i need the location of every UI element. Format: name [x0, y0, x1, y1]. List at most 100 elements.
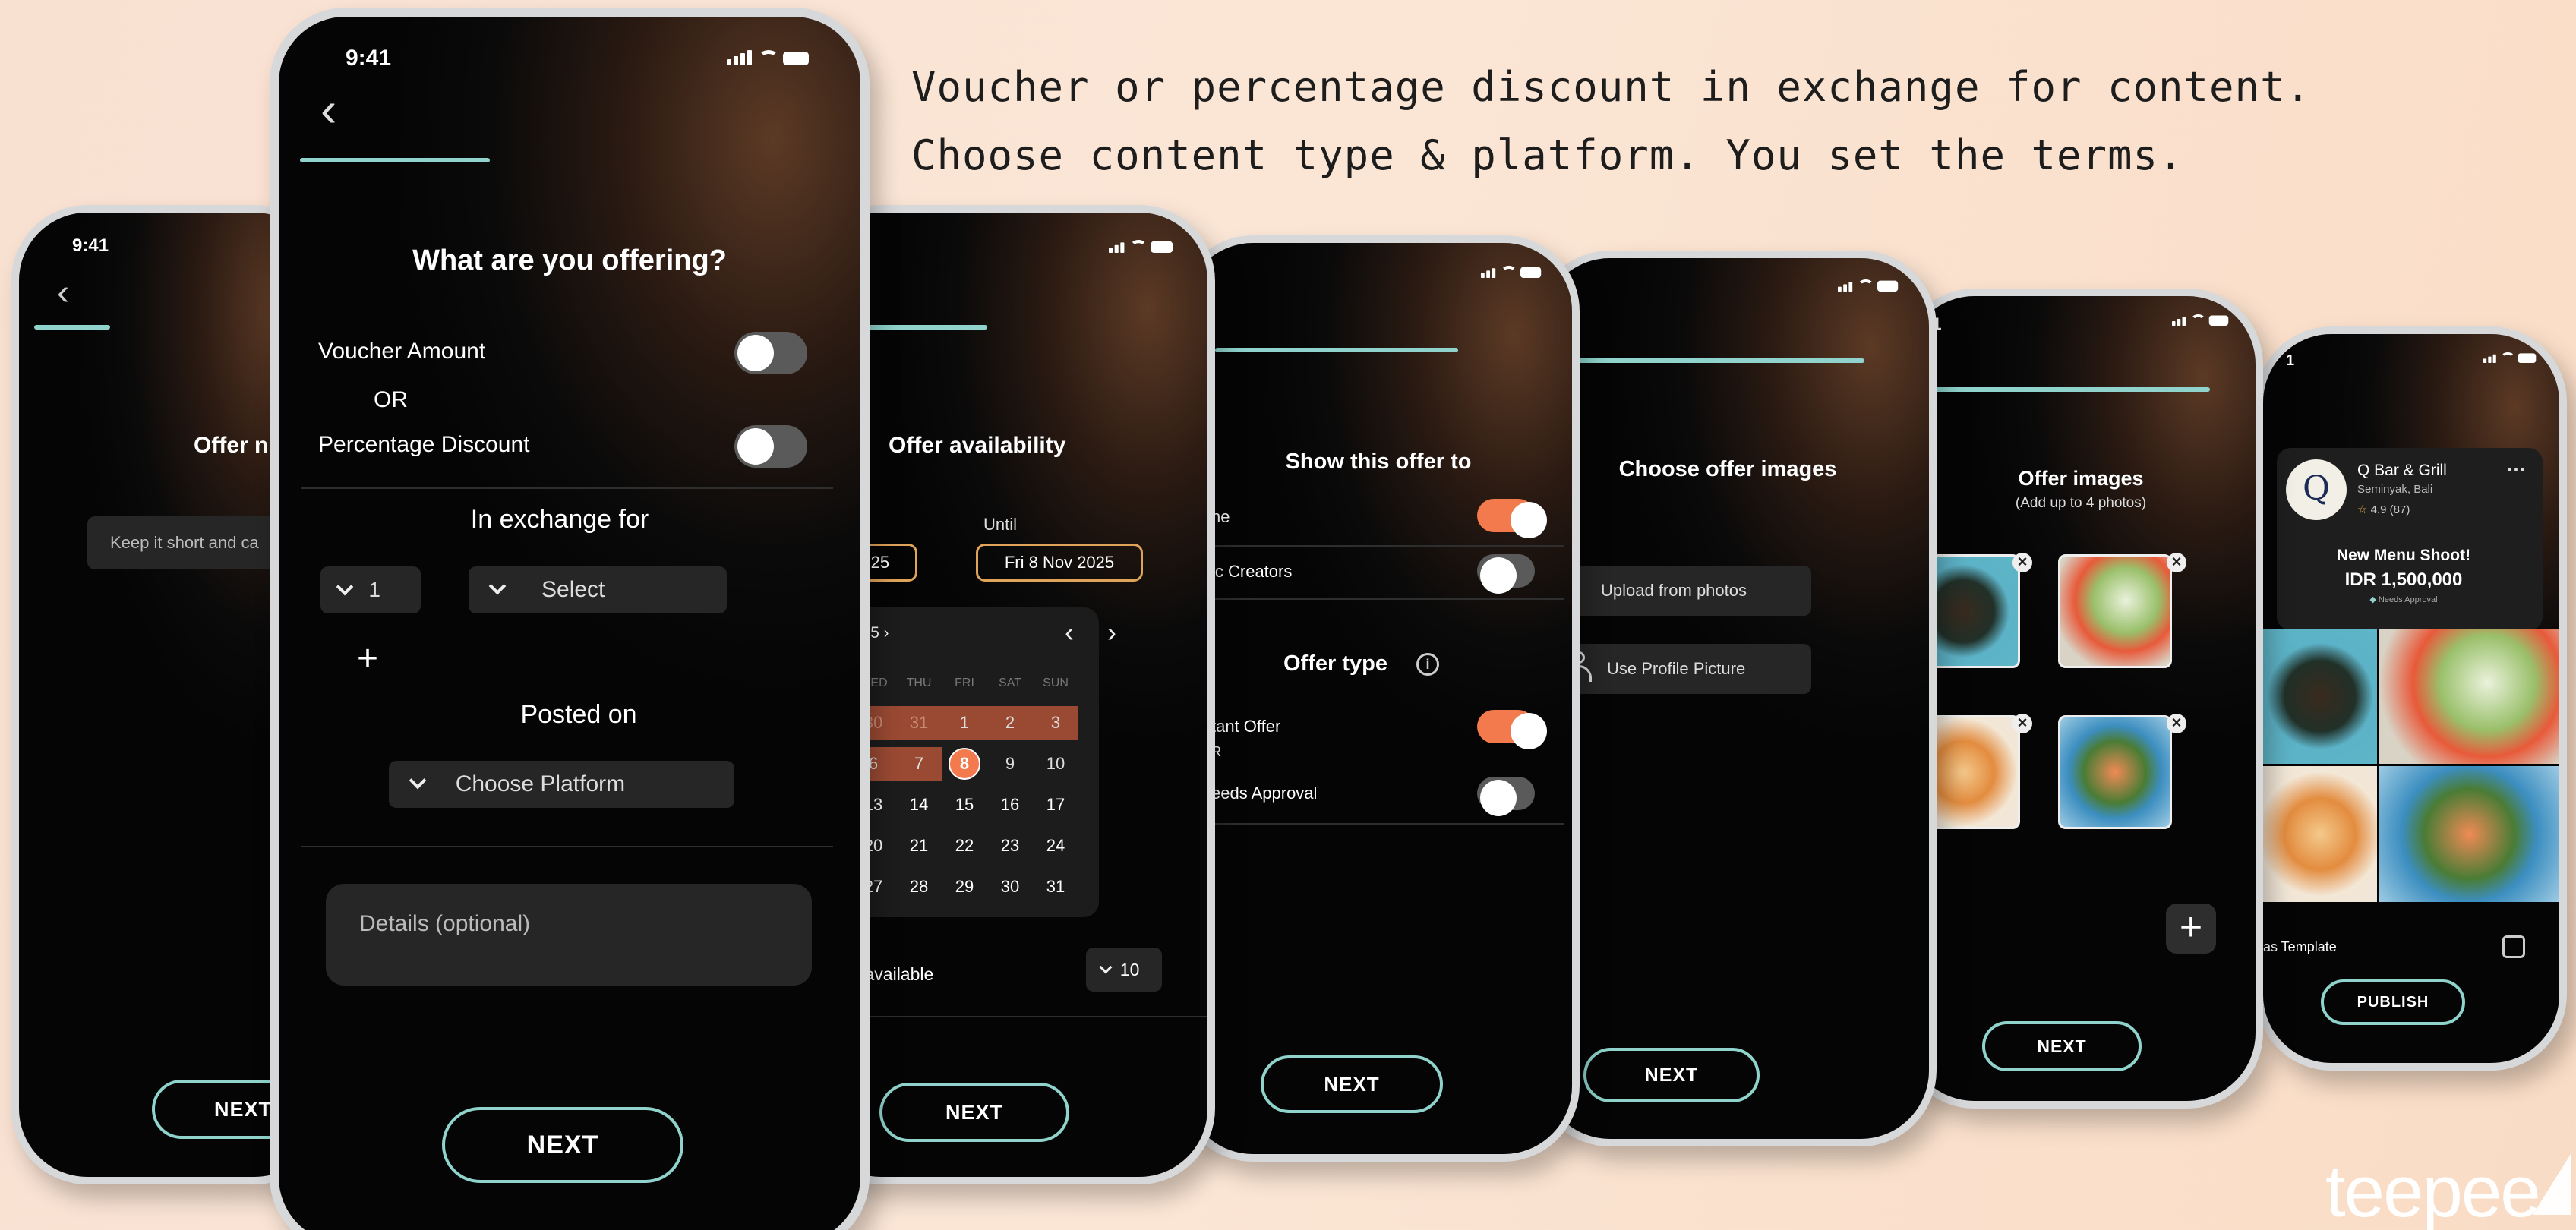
- add-image-button[interactable]: +: [2166, 904, 2216, 954]
- offers-count-select[interactable]: 10: [1086, 948, 1162, 992]
- calendar-day[interactable]: 9: [987, 747, 1033, 781]
- status-time: 9:41: [346, 46, 392, 71]
- calendar-day[interactable]: 23: [987, 829, 1033, 863]
- page-subtitle: (Add up to 4 photos): [2015, 495, 2147, 511]
- offer-title: New Menu Shoot!: [2336, 547, 2471, 564]
- status-icons: [2172, 314, 2229, 327]
- voucher-amount-label: Voucher Amount: [318, 339, 486, 364]
- calendar-day[interactable]: 28: [896, 870, 942, 904]
- calendar-day[interactable]: 1: [942, 706, 987, 740]
- next-button[interactable]: NEXT: [1261, 1055, 1443, 1113]
- next-button[interactable]: NEXT: [1583, 1048, 1760, 1102]
- remove-image-3-icon[interactable]: ×: [2012, 714, 2032, 733]
- content-type-select[interactable]: Select: [469, 566, 727, 613]
- calendar-day[interactable]: 15: [942, 788, 987, 822]
- phone-what-offering: 9:41 ‹ What are you offering? Voucher Am…: [270, 8, 870, 1230]
- teepee-logo: teepee: [2325, 1151, 2541, 1230]
- calendar-day[interactable]: 10: [1033, 747, 1078, 781]
- divider: [1185, 598, 1564, 600]
- divider: [301, 487, 833, 489]
- save-template-checkbox[interactable]: [2502, 935, 2525, 958]
- image-thumb-4: [2058, 715, 2172, 829]
- grid-image-steak: [2263, 629, 2377, 764]
- prev-month-icon[interactable]: ‹: [1065, 617, 1074, 648]
- image-grid: [2263, 629, 2559, 902]
- audience-option-1-toggle[interactable]: [1477, 499, 1547, 538]
- status-icons: [1109, 240, 1173, 254]
- info-icon[interactable]: i: [1416, 653, 1439, 676]
- calendar-day[interactable]: 3: [1033, 706, 1078, 740]
- calendar-day[interactable]: 7: [896, 747, 942, 781]
- calendar-day[interactable]: 21: [896, 829, 942, 863]
- calendar-day[interactable]: 24: [1033, 829, 1078, 863]
- weekday-sun: SUN: [1043, 676, 1069, 689]
- status-icons: [1838, 279, 1899, 293]
- divider: [813, 1016, 1208, 1017]
- until-date-chip[interactable]: Fri 8 Nov 2025: [976, 544, 1143, 582]
- until-label: Until: [983, 515, 1018, 534]
- status-time: 1: [2286, 352, 2295, 369]
- next-month-icon[interactable]: ›: [1107, 617, 1116, 648]
- posted-on-label: Posted on: [520, 700, 637, 729]
- calendar-day[interactable]: 16: [987, 788, 1033, 822]
- calendar-day[interactable]: 31: [896, 706, 942, 740]
- audience-option-2-label: ic Creators: [1211, 562, 1293, 581]
- status-time: 9:41: [72, 235, 109, 256]
- voucher-amount-toggle[interactable]: [734, 332, 807, 374]
- offer-name-placeholder: Keep it short and ca: [110, 533, 259, 552]
- instant-offer-label: tant Offer: [1211, 717, 1281, 736]
- page-title: Choose offer images: [1618, 457, 1837, 481]
- use-profile-picture-label: Use Profile Picture: [1607, 659, 1746, 678]
- calendar-day[interactable]: 31: [1033, 870, 1078, 904]
- remove-image-4-icon[interactable]: ×: [2167, 714, 2186, 733]
- calendar-day[interactable]: 8: [942, 747, 987, 781]
- star-icon: ☆: [2357, 503, 2371, 516]
- phone-audience: Show this offer to ne ic Creators Offer …: [1177, 235, 1580, 1162]
- phone-publish: 1 Q Q Bar & Grill Seminyak, Bali ☆ 4.9 (…: [2256, 326, 2567, 1071]
- phone-choose-images: Choose offer images ⇪ Upload from photos…: [1534, 251, 1937, 1146]
- next-button[interactable]: NEXT: [879, 1083, 1069, 1142]
- percentage-discount-label: Percentage Discount: [318, 432, 530, 457]
- remove-image-1-icon[interactable]: ×: [2012, 553, 2032, 572]
- chevron-right-icon: ›: [883, 625, 889, 642]
- approval-badge: ◆ Needs Approval: [2369, 595, 2438, 604]
- instant-offer-toggle[interactable]: [1477, 710, 1547, 749]
- remove-image-2-icon[interactable]: ×: [2167, 553, 2186, 572]
- publish-button[interactable]: PUBLISH: [2321, 979, 2465, 1025]
- grid-image-salmon: [2379, 766, 2559, 902]
- next-button[interactable]: NEXT: [1982, 1021, 2142, 1071]
- save-template-label: as Template: [2263, 939, 2337, 954]
- calendar-day[interactable]: 17: [1033, 788, 1078, 822]
- venue-location: Seminyak, Bali: [2357, 483, 2433, 496]
- next-button[interactable]: NEXT: [442, 1107, 683, 1183]
- add-content-button[interactable]: +: [357, 638, 378, 680]
- grid-image-salad: [2379, 629, 2559, 764]
- venue-rating: ☆ 4.9 (87): [2357, 503, 2410, 516]
- headline: Voucher or percentage discount in exchan…: [911, 53, 2311, 190]
- audience-option-2-toggle[interactable]: [1477, 554, 1535, 594]
- back-icon[interactable]: ‹: [57, 272, 69, 314]
- chevron-down-icon: [409, 771, 427, 790]
- needs-approval-toggle[interactable]: [1477, 777, 1535, 816]
- phone-offer-images: 41 Offer images (Add up to 4 photos) × ×…: [1899, 289, 2263, 1109]
- image-thumb-2: [2058, 554, 2172, 668]
- upload-photos-label: Upload from photos: [1601, 581, 1747, 600]
- needs-approval-label: eeds Approval: [1211, 784, 1318, 803]
- chevron-down-icon: [1099, 960, 1113, 974]
- grid-image-citrus: [2263, 766, 2377, 902]
- calendar-day[interactable]: 29: [942, 870, 987, 904]
- calendar-day[interactable]: 14: [896, 788, 942, 822]
- calendar-day[interactable]: 2: [987, 706, 1033, 740]
- percentage-discount-toggle[interactable]: [734, 425, 807, 468]
- venue-name: Q Bar & Grill: [2357, 462, 2447, 479]
- in-exchange-label: In exchange for: [470, 505, 649, 534]
- back-icon[interactable]: ‹: [320, 85, 336, 134]
- quantity-select[interactable]: 1: [320, 566, 421, 613]
- calendar-day[interactable]: 22: [942, 829, 987, 863]
- more-icon[interactable]: ⋯: [2506, 457, 2526, 481]
- venue-logo: Q: [2286, 459, 2347, 520]
- platform-select[interactable]: Choose Platform: [389, 761, 734, 808]
- calendar-day[interactable]: 30: [987, 870, 1033, 904]
- teepee-logo-mark: [2533, 1154, 2571, 1215]
- weekday-fri: FRI: [955, 676, 974, 689]
